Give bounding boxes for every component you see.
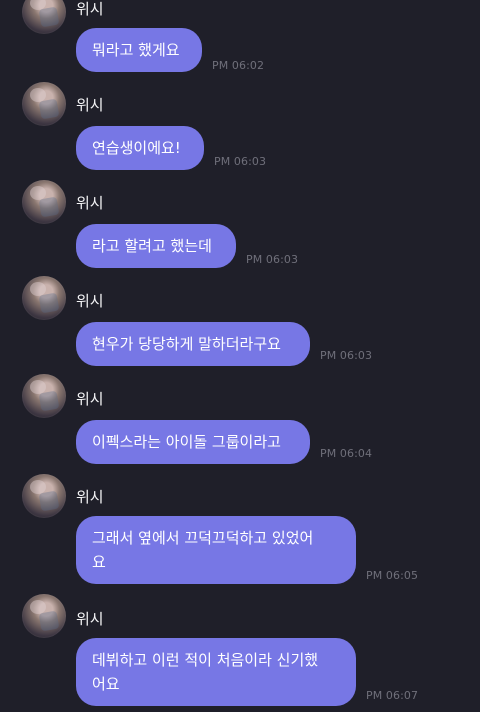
message-bubble: 데뷔하고 이런 적이 처음이라 신기했 어요 bbox=[76, 638, 356, 706]
sender-name: 위시 bbox=[76, 0, 104, 18]
message-row: 위시 현우가 당당하게 말하더라구요 PM 06:03 bbox=[0, 276, 480, 376]
avatar[interactable] bbox=[22, 594, 66, 638]
timestamp: PM 06:03 bbox=[214, 155, 267, 168]
message-row: 위시 뭐라고 했게요 PM 06:02 bbox=[0, 0, 480, 90]
avatar[interactable] bbox=[22, 180, 66, 224]
avatar[interactable] bbox=[22, 82, 66, 126]
avatar[interactable] bbox=[22, 374, 66, 418]
avatar[interactable] bbox=[22, 0, 66, 34]
sender-name: 위시 bbox=[76, 488, 104, 506]
message-row: 위시 데뷔하고 이런 적이 처음이라 신기했 어요 PM 06:07 bbox=[0, 594, 480, 712]
timestamp: PM 06:07 bbox=[366, 689, 419, 702]
message-row: 위시 연습생이에요! PM 06:03 bbox=[0, 82, 480, 182]
message-bubble: 그래서 옆에서 끄덕끄덕하고 있었어 요 bbox=[76, 516, 356, 584]
message-row: 위시 이펙스라는 아이돌 그룹이라고 PM 06:04 bbox=[0, 374, 480, 474]
sender-name: 위시 bbox=[76, 292, 104, 310]
sender-name: 위시 bbox=[76, 610, 104, 628]
sender-name: 위시 bbox=[76, 194, 104, 212]
avatar[interactable] bbox=[22, 474, 66, 518]
timestamp: PM 06:04 bbox=[320, 447, 373, 460]
message-bubble: 라고 할려고 했는데 bbox=[76, 224, 236, 268]
message-bubble: 뭐라고 했게요 bbox=[76, 28, 202, 72]
message-bubble: 이펙스라는 아이돌 그룹이라고 bbox=[76, 420, 310, 464]
message-bubble: 연습생이에요! bbox=[76, 126, 204, 170]
chat-thread: 위시 뭐라고 했게요 PM 06:02 위시 연습생이에요! PM 06:03 … bbox=[0, 0, 480, 712]
avatar[interactable] bbox=[22, 276, 66, 320]
timestamp: PM 06:02 bbox=[212, 59, 265, 72]
message-row: 위시 그래서 옆에서 끄덕끄덕하고 있었어 요 PM 06:05 bbox=[0, 474, 480, 594]
sender-name: 위시 bbox=[76, 96, 104, 114]
timestamp: PM 06:05 bbox=[366, 569, 419, 582]
timestamp: PM 06:03 bbox=[320, 349, 373, 362]
timestamp: PM 06:03 bbox=[246, 253, 299, 266]
message-bubble: 현우가 당당하게 말하더라구요 bbox=[76, 322, 310, 366]
message-row: 위시 라고 할려고 했는데 PM 06:03 bbox=[0, 180, 480, 280]
sender-name: 위시 bbox=[76, 390, 104, 408]
